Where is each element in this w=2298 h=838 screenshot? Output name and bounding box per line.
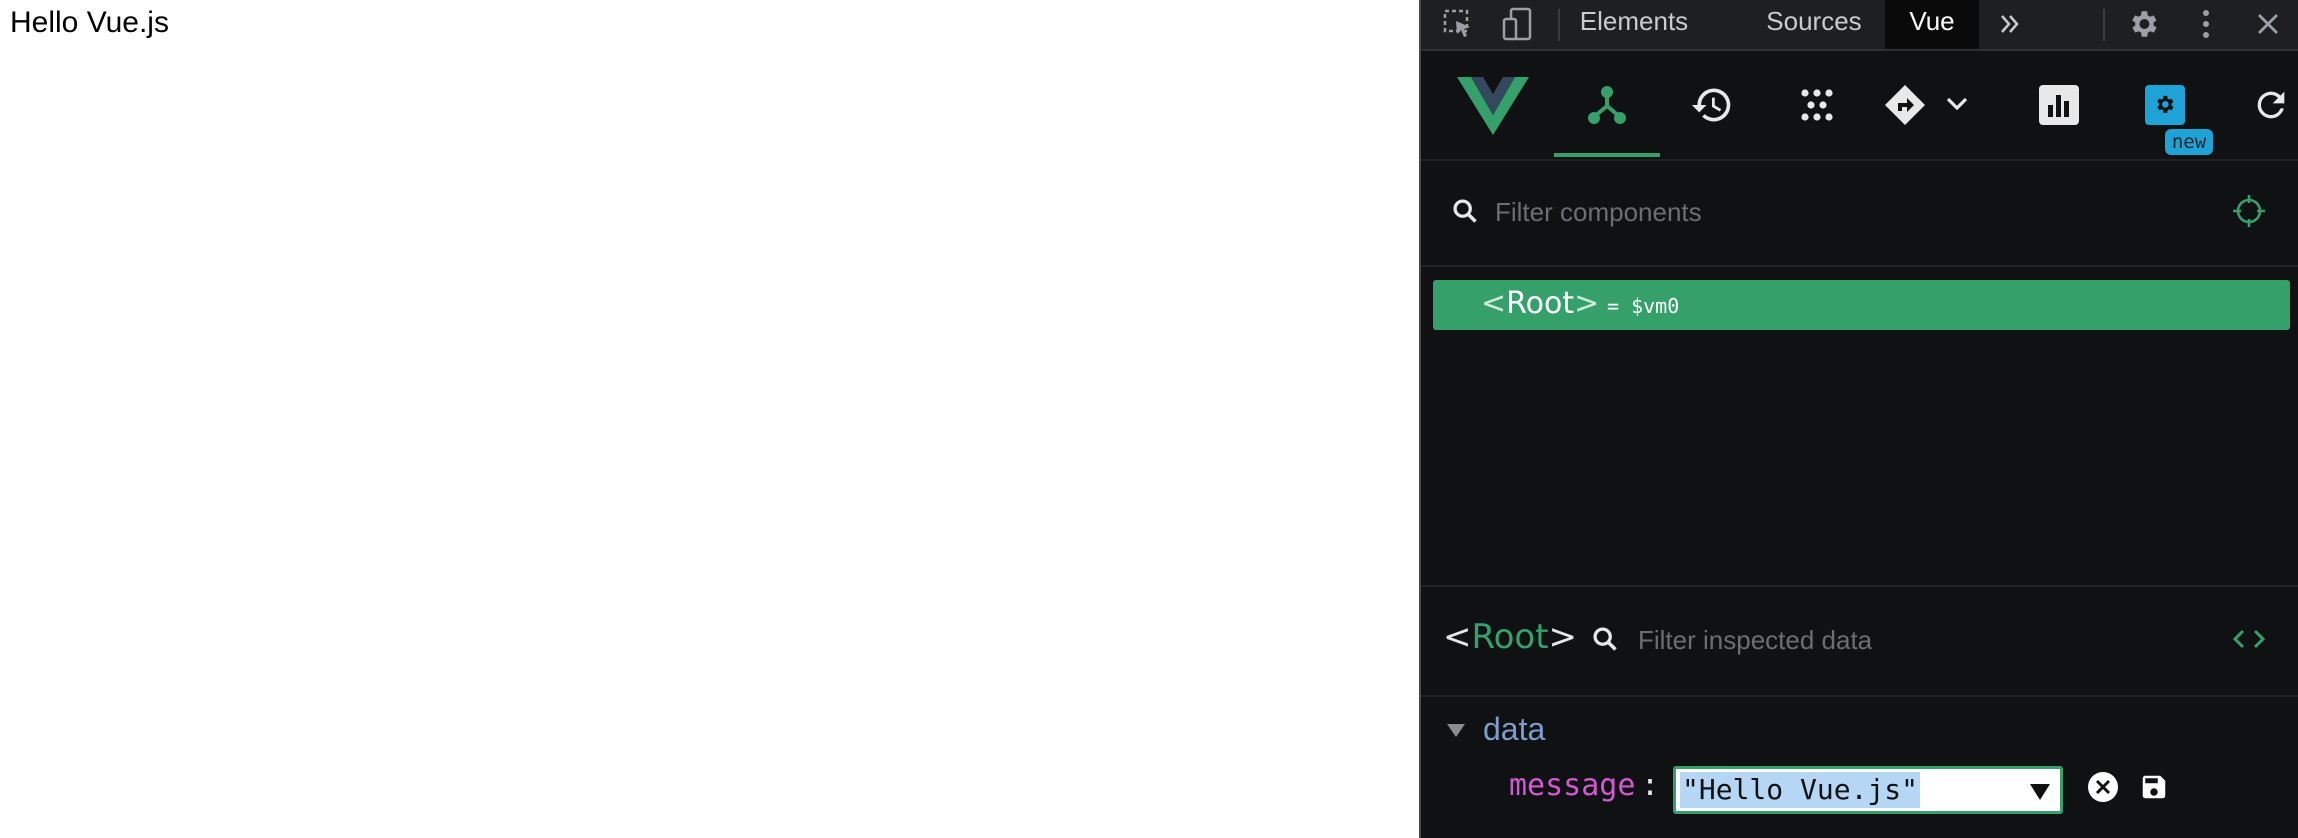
inspect-element-icon[interactable]	[1439, 5, 1477, 43]
tree-node-vm-ref: = $vm0	[1607, 294, 1680, 318]
page-heading-text: Hello Vue.js	[10, 6, 169, 39]
vue-devtools-toolbar: new	[1421, 51, 2298, 161]
select-component-target-icon[interactable]	[2229, 191, 2269, 231]
tab-sources[interactable]: Sources	[1751, 0, 1877, 49]
inspected-data-filter-input[interactable]	[1636, 617, 2200, 663]
search-icon	[1445, 191, 1485, 231]
more-tabs-icon[interactable]	[1991, 5, 2029, 43]
value-type-dropdown-icon[interactable]	[2030, 784, 2050, 800]
screen: Hello Vue.js Elements Sources Vue new Fi…	[0, 0, 2298, 838]
component-filter-input[interactable]	[1493, 189, 2197, 235]
routing-dropdown-button[interactable]	[1880, 65, 1984, 145]
vue-logo-icon	[1453, 65, 1533, 145]
code-icon[interactable]	[2229, 619, 2269, 659]
devtools-panel: Elements Sources Vue new Filter componen…	[1421, 0, 2298, 838]
tab-elements[interactable]: Elements	[1571, 0, 1697, 49]
history-icon[interactable]	[1672, 65, 1752, 145]
tree-node-root[interactable]: <Root> = $vm0	[1433, 280, 2290, 330]
device-toolbar-icon[interactable]	[1499, 5, 1537, 43]
property-colon: :	[1641, 768, 1660, 803]
devtools-tab-bar: Elements Sources Vue	[1421, 0, 2298, 51]
property-key: message	[1509, 768, 1636, 803]
settings-new-badge: new	[2165, 129, 2213, 155]
inspector-title: <Root>	[1443, 617, 1578, 657]
property-value-text[interactable]: "Hello Vue.js"	[1680, 772, 1921, 808]
save-icon[interactable]	[2134, 767, 2174, 807]
components-tab-icon[interactable]	[1567, 65, 1647, 145]
property-value-editor[interactable]: "Hello Vue.js"	[1673, 766, 2063, 814]
active-tab-indicator	[1554, 153, 1660, 157]
page-viewport: Hello Vue.js	[0, 0, 1419, 838]
tree-node-tag: <Root>	[1481, 286, 1600, 321]
vuex-dots-icon[interactable]	[1777, 65, 1857, 145]
tab-vue[interactable]: Vue	[1885, 0, 1979, 49]
tree-node-name: Root	[1506, 286, 1575, 321]
component-filter-bar	[1421, 161, 2298, 267]
inspector-data-section: data message : "Hello Vue.js"	[1421, 697, 2298, 838]
cancel-edit-icon[interactable]	[2083, 767, 2123, 807]
kebab-menu-icon[interactable]	[2187, 5, 2225, 43]
tab-bar-separator	[1558, 9, 1560, 41]
tab-bar-separator	[2103, 9, 2105, 41]
gear-icon[interactable]	[2124, 5, 2162, 43]
refresh-icon[interactable]	[2231, 65, 2298, 145]
inspector-header: <Root>	[1421, 587, 2298, 697]
performance-chart-icon[interactable]	[2019, 65, 2099, 145]
search-icon	[1585, 619, 1625, 659]
section-collapse-toggle[interactable]	[1447, 724, 1465, 737]
section-label: data	[1483, 711, 1546, 747]
component-tree: <Root> = $vm0	[1421, 267, 2298, 587]
close-icon[interactable]	[2249, 5, 2287, 43]
